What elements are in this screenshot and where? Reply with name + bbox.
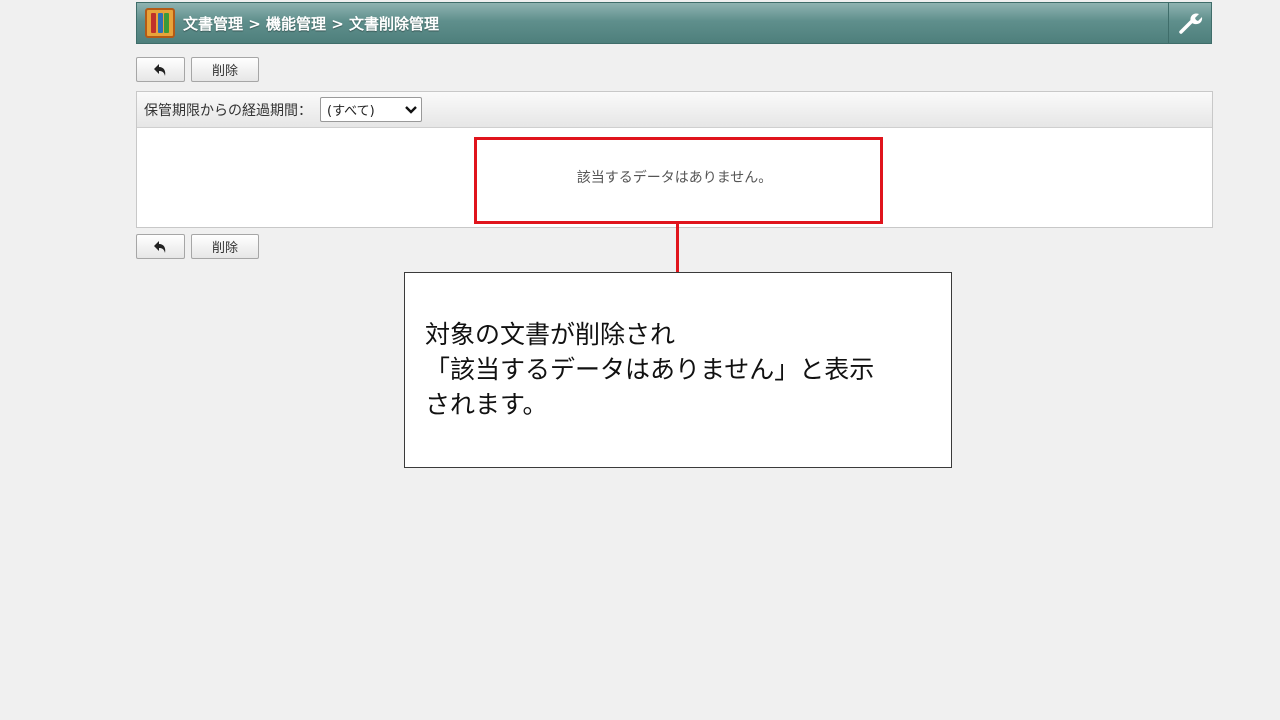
annotation-callout: 対象の文書が削除され 「該当するデータはありません」と表示 されます。	[404, 272, 952, 468]
top-toolbar: 削除	[136, 57, 259, 82]
period-select-value: (すべて)	[327, 104, 375, 119]
undo-arrow-icon	[153, 63, 165, 76]
delete-button[interactable]: 削除	[191, 57, 259, 82]
back-button[interactable]	[136, 57, 185, 82]
settings-button[interactable]	[1168, 3, 1211, 43]
bottom-toolbar: 削除	[136, 234, 259, 259]
chevron-down-icon	[405, 105, 417, 114]
filter-bar: 保管期限からの経過期間： (すべて)	[137, 92, 1212, 128]
callout-connector	[676, 224, 679, 272]
highlight-box	[474, 137, 883, 224]
period-select[interactable]: (すべて)	[320, 97, 422, 122]
back-button-bottom[interactable]	[136, 234, 185, 259]
wrench-icon	[1179, 13, 1203, 34]
filter-label: 保管期限からの経過期間：	[144, 102, 312, 119]
delete-button-bottom[interactable]: 削除	[191, 234, 259, 259]
binders-icon	[145, 8, 175, 38]
breadcrumb: 文書管理 > 機能管理 > 文書削除管理	[183, 14, 440, 33]
page-header: 文書管理 > 機能管理 > 文書削除管理	[136, 2, 1212, 44]
undo-arrow-icon	[153, 240, 165, 253]
